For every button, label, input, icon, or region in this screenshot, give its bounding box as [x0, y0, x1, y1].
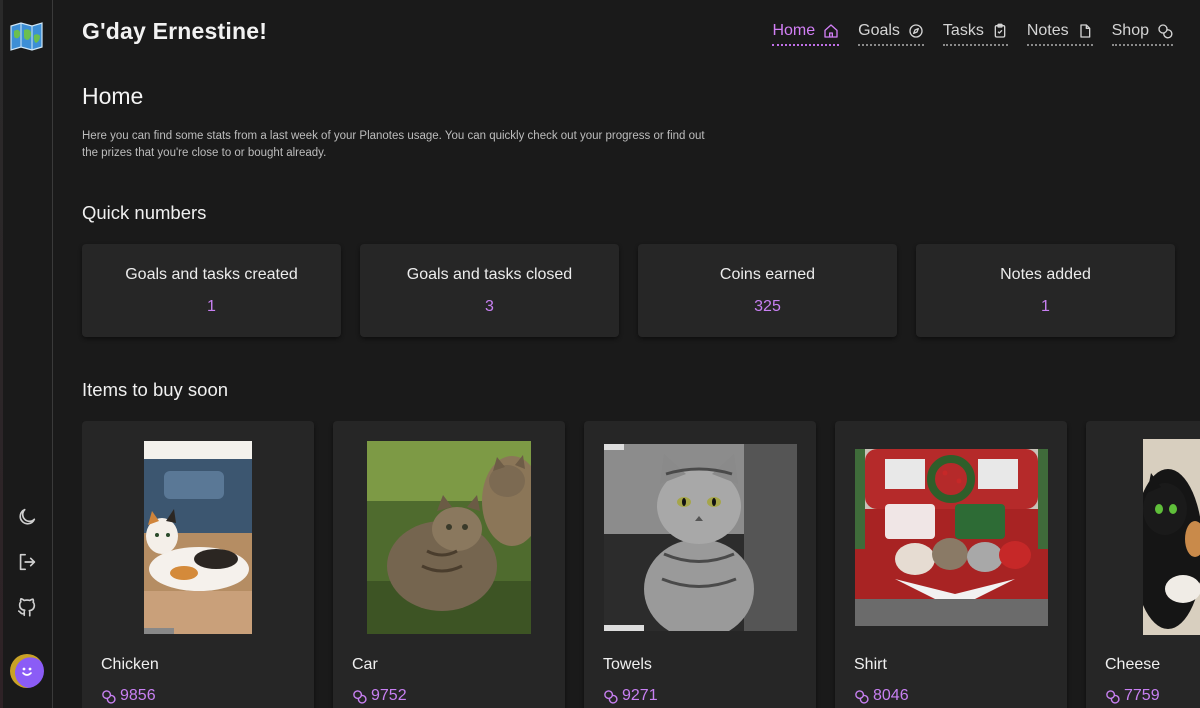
greeting-title: G'day Ernestine!: [82, 18, 268, 44]
nav-goals[interactable]: Goals: [858, 22, 924, 46]
logout-icon[interactable]: [16, 551, 38, 573]
stat-label: Notes added: [1000, 266, 1091, 283]
item-price-value: 9271: [622, 687, 658, 704]
page-intro: Here you can find some stats from a last…: [82, 130, 705, 159]
stat-value: 3: [485, 298, 494, 315]
grey-tabby-cat-photo: [604, 444, 797, 631]
stat-value: 1: [207, 298, 216, 315]
item-price-value: 7759: [1124, 687, 1160, 704]
item-price-value: 9856: [120, 687, 156, 704]
stat-card-coins: Coins earned 325: [638, 244, 897, 337]
stat-card-notes: Notes added 1: [916, 244, 1175, 337]
item-price: 9271: [603, 687, 658, 705]
nav-shop[interactable]: Shop: [1111, 22, 1173, 46]
item-name: Shirt: [854, 656, 887, 673]
stat-value: 1: [1041, 298, 1050, 315]
map-icon[interactable]: [10, 22, 43, 51]
item-name: Car: [352, 656, 378, 673]
item-card-chicken[interactable]: Chicken 9856: [82, 421, 314, 708]
coins-icon: [353, 689, 367, 704]
stat-label: Coins earned: [719, 266, 816, 283]
main-nav: Home Goals Tasks Notes Shop: [772, 22, 1173, 46]
stat-value: 325: [754, 298, 781, 315]
item-name: Chicken: [101, 656, 159, 673]
nav-home-label: Home: [772, 22, 816, 39]
cats-in-truck-photo: [855, 449, 1048, 626]
clipboard-check-icon: [994, 23, 1006, 38]
item-name: Towels: [603, 656, 652, 673]
coins-icon: [604, 689, 618, 704]
nav-tasks-label: Tasks: [942, 22, 984, 39]
nav-goals-label: Goals: [858, 22, 900, 39]
smiley-avatar-icon: [22, 667, 32, 676]
coins-icon: [1158, 24, 1173, 39]
nav-home[interactable]: Home: [772, 22, 840, 46]
item-price: 7759: [1105, 687, 1160, 705]
stat-card-created: Goals and tasks created 1: [82, 244, 341, 337]
quick-numbers-title: Quick numbers: [82, 202, 207, 223]
item-price: 8046: [854, 687, 909, 705]
github-icon[interactable]: [16, 596, 38, 618]
tabby-kittens-photo: [367, 441, 531, 634]
nav-shop-label: Shop: [1111, 22, 1149, 39]
user-avatar[interactable]: [10, 654, 44, 688]
stat-label: Goals and tasks closed: [406, 266, 573, 283]
quick-numbers: Goals and tasks created 1 Goals and task…: [82, 244, 1175, 337]
moon-icon[interactable]: [16, 506, 38, 528]
coins-icon: [1106, 689, 1120, 704]
black-cat-photo: [1143, 439, 1200, 635]
house-icon: [824, 24, 838, 38]
nav-notes[interactable]: Notes: [1026, 22, 1093, 46]
coins-icon: [855, 689, 869, 704]
nav-tasks[interactable]: Tasks: [942, 22, 1008, 46]
item-price-value: 8046: [873, 687, 909, 704]
sidebar: [0, 0, 53, 708]
item-name: Cheese: [1105, 656, 1161, 673]
coins-icon: [102, 689, 116, 704]
stat-label: Goals and tasks created: [125, 266, 298, 283]
stat-card-closed: Goals and tasks closed 3: [360, 244, 619, 337]
item-card-towels[interactable]: Towels 9271: [584, 421, 816, 708]
nav-notes-label: Notes: [1026, 22, 1069, 39]
item-price-value: 9752: [371, 687, 407, 704]
item-price: 9752: [352, 687, 407, 705]
page-title: Home: [82, 83, 144, 109]
compass-icon: [909, 24, 923, 38]
items-to-buy-title: Items to buy soon: [82, 379, 229, 400]
file-icon: [1079, 24, 1090, 38]
calico-kitten-photo: [144, 441, 252, 634]
item-card-car[interactable]: Car 9752: [333, 421, 565, 708]
item-card-shirt[interactable]: Shirt 8046: [835, 421, 1067, 708]
item-card-cheese[interactable]: Cheese 7759: [1086, 421, 1200, 708]
items-to-buy: Chicken 9856 Car 9752 Towels 9271 Shirt …: [82, 421, 1200, 708]
item-price: 9856: [101, 687, 156, 705]
